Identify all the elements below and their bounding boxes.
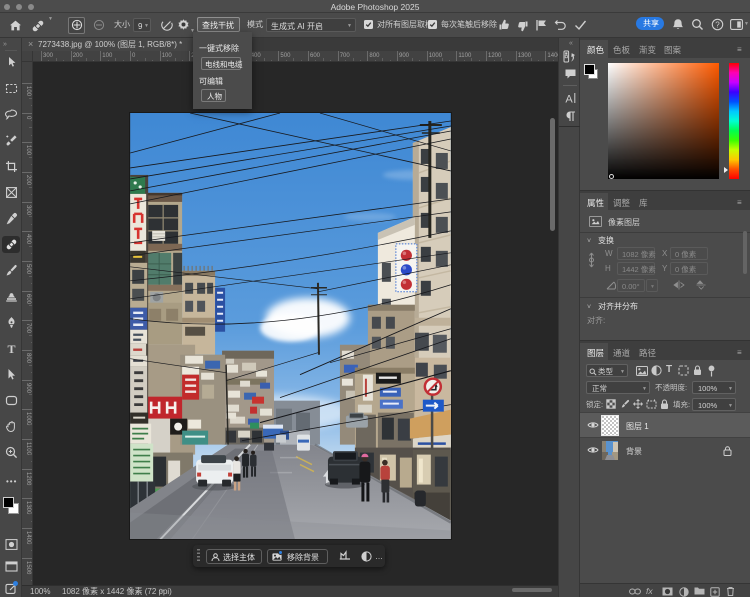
- svg-text:A: A: [565, 94, 573, 106]
- svg-text:T: T: [7, 342, 15, 356]
- svg-text:?: ?: [715, 20, 720, 29]
